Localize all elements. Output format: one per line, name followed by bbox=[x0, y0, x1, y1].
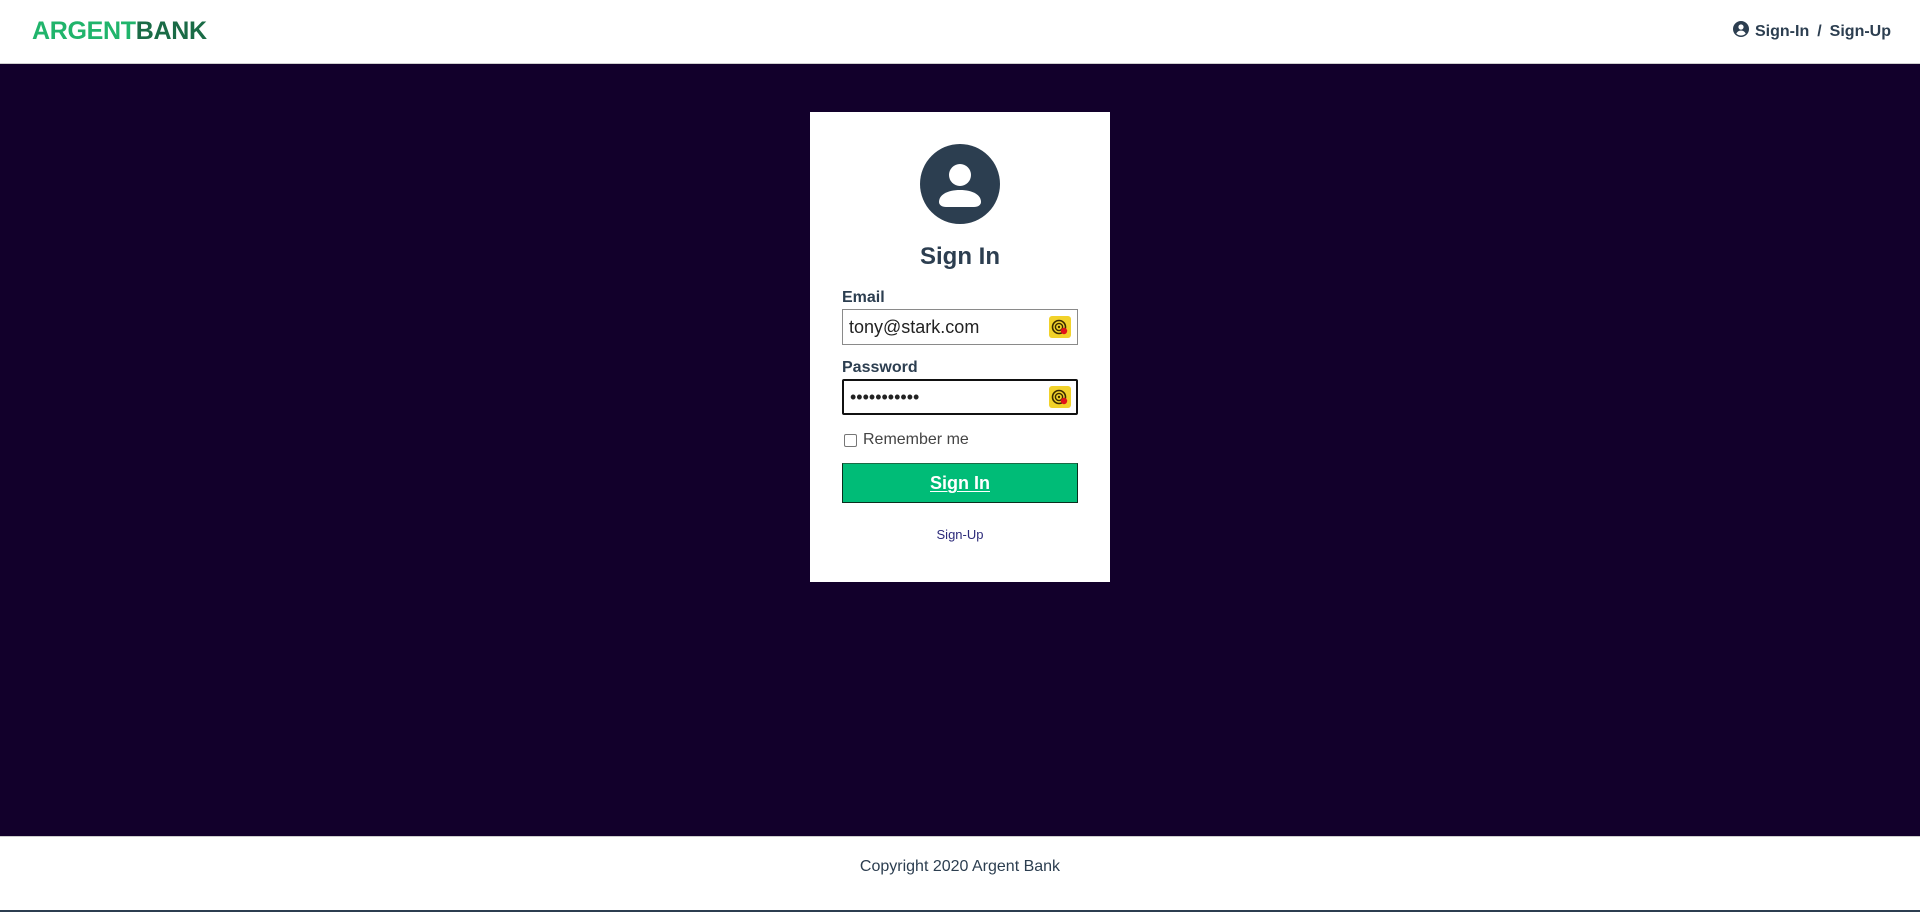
password-manager-icon[interactable] bbox=[1049, 316, 1071, 338]
user-circle-icon bbox=[1733, 21, 1749, 42]
footer-copyright: Copyright 2020 Argent Bank bbox=[859, 857, 1061, 875]
main-background: Sign In Email Password bbox=[0, 64, 1920, 836]
signin-button[interactable]: Sign In bbox=[842, 463, 1078, 503]
email-field-wrapper bbox=[842, 309, 1078, 345]
signup-link[interactable]: Sign-Up bbox=[842, 527, 1078, 542]
avatar-icon bbox=[920, 144, 1000, 229]
remember-me-row: Remember me bbox=[844, 431, 1078, 449]
logo-text-bank: BANK bbox=[135, 17, 207, 45]
remember-me-label: Remember me bbox=[863, 431, 969, 448]
footer: Copyright 2020 Argent Bank bbox=[0, 836, 1920, 912]
nav-auth-links: Sign-In / Sign-Up bbox=[1733, 21, 1891, 42]
password-field[interactable] bbox=[842, 379, 1078, 415]
remember-me-checkbox[interactable] bbox=[844, 433, 857, 447]
password-label: Password bbox=[842, 359, 918, 376]
top-navbar: ARGENT BANK Sign-In / Sign-Up bbox=[0, 0, 1920, 64]
password-manager-icon[interactable] bbox=[1049, 386, 1071, 408]
nav-signin-link[interactable]: Sign-In bbox=[1755, 23, 1809, 41]
nav-signup-link[interactable]: Sign-Up bbox=[1830, 23, 1891, 41]
logo-text-argent: ARGENT bbox=[32, 17, 136, 45]
nav-separator: / bbox=[1817, 22, 1822, 40]
password-field-wrapper bbox=[842, 379, 1078, 415]
email-label: Email bbox=[842, 289, 885, 306]
argent-bank-logo[interactable]: ARGENT BANK bbox=[32, 17, 207, 46]
signin-card: Sign In Email Password bbox=[810, 112, 1110, 582]
email-field[interactable] bbox=[842, 309, 1078, 345]
signin-title: Sign In bbox=[920, 243, 1000, 270]
avatar bbox=[842, 144, 1078, 229]
